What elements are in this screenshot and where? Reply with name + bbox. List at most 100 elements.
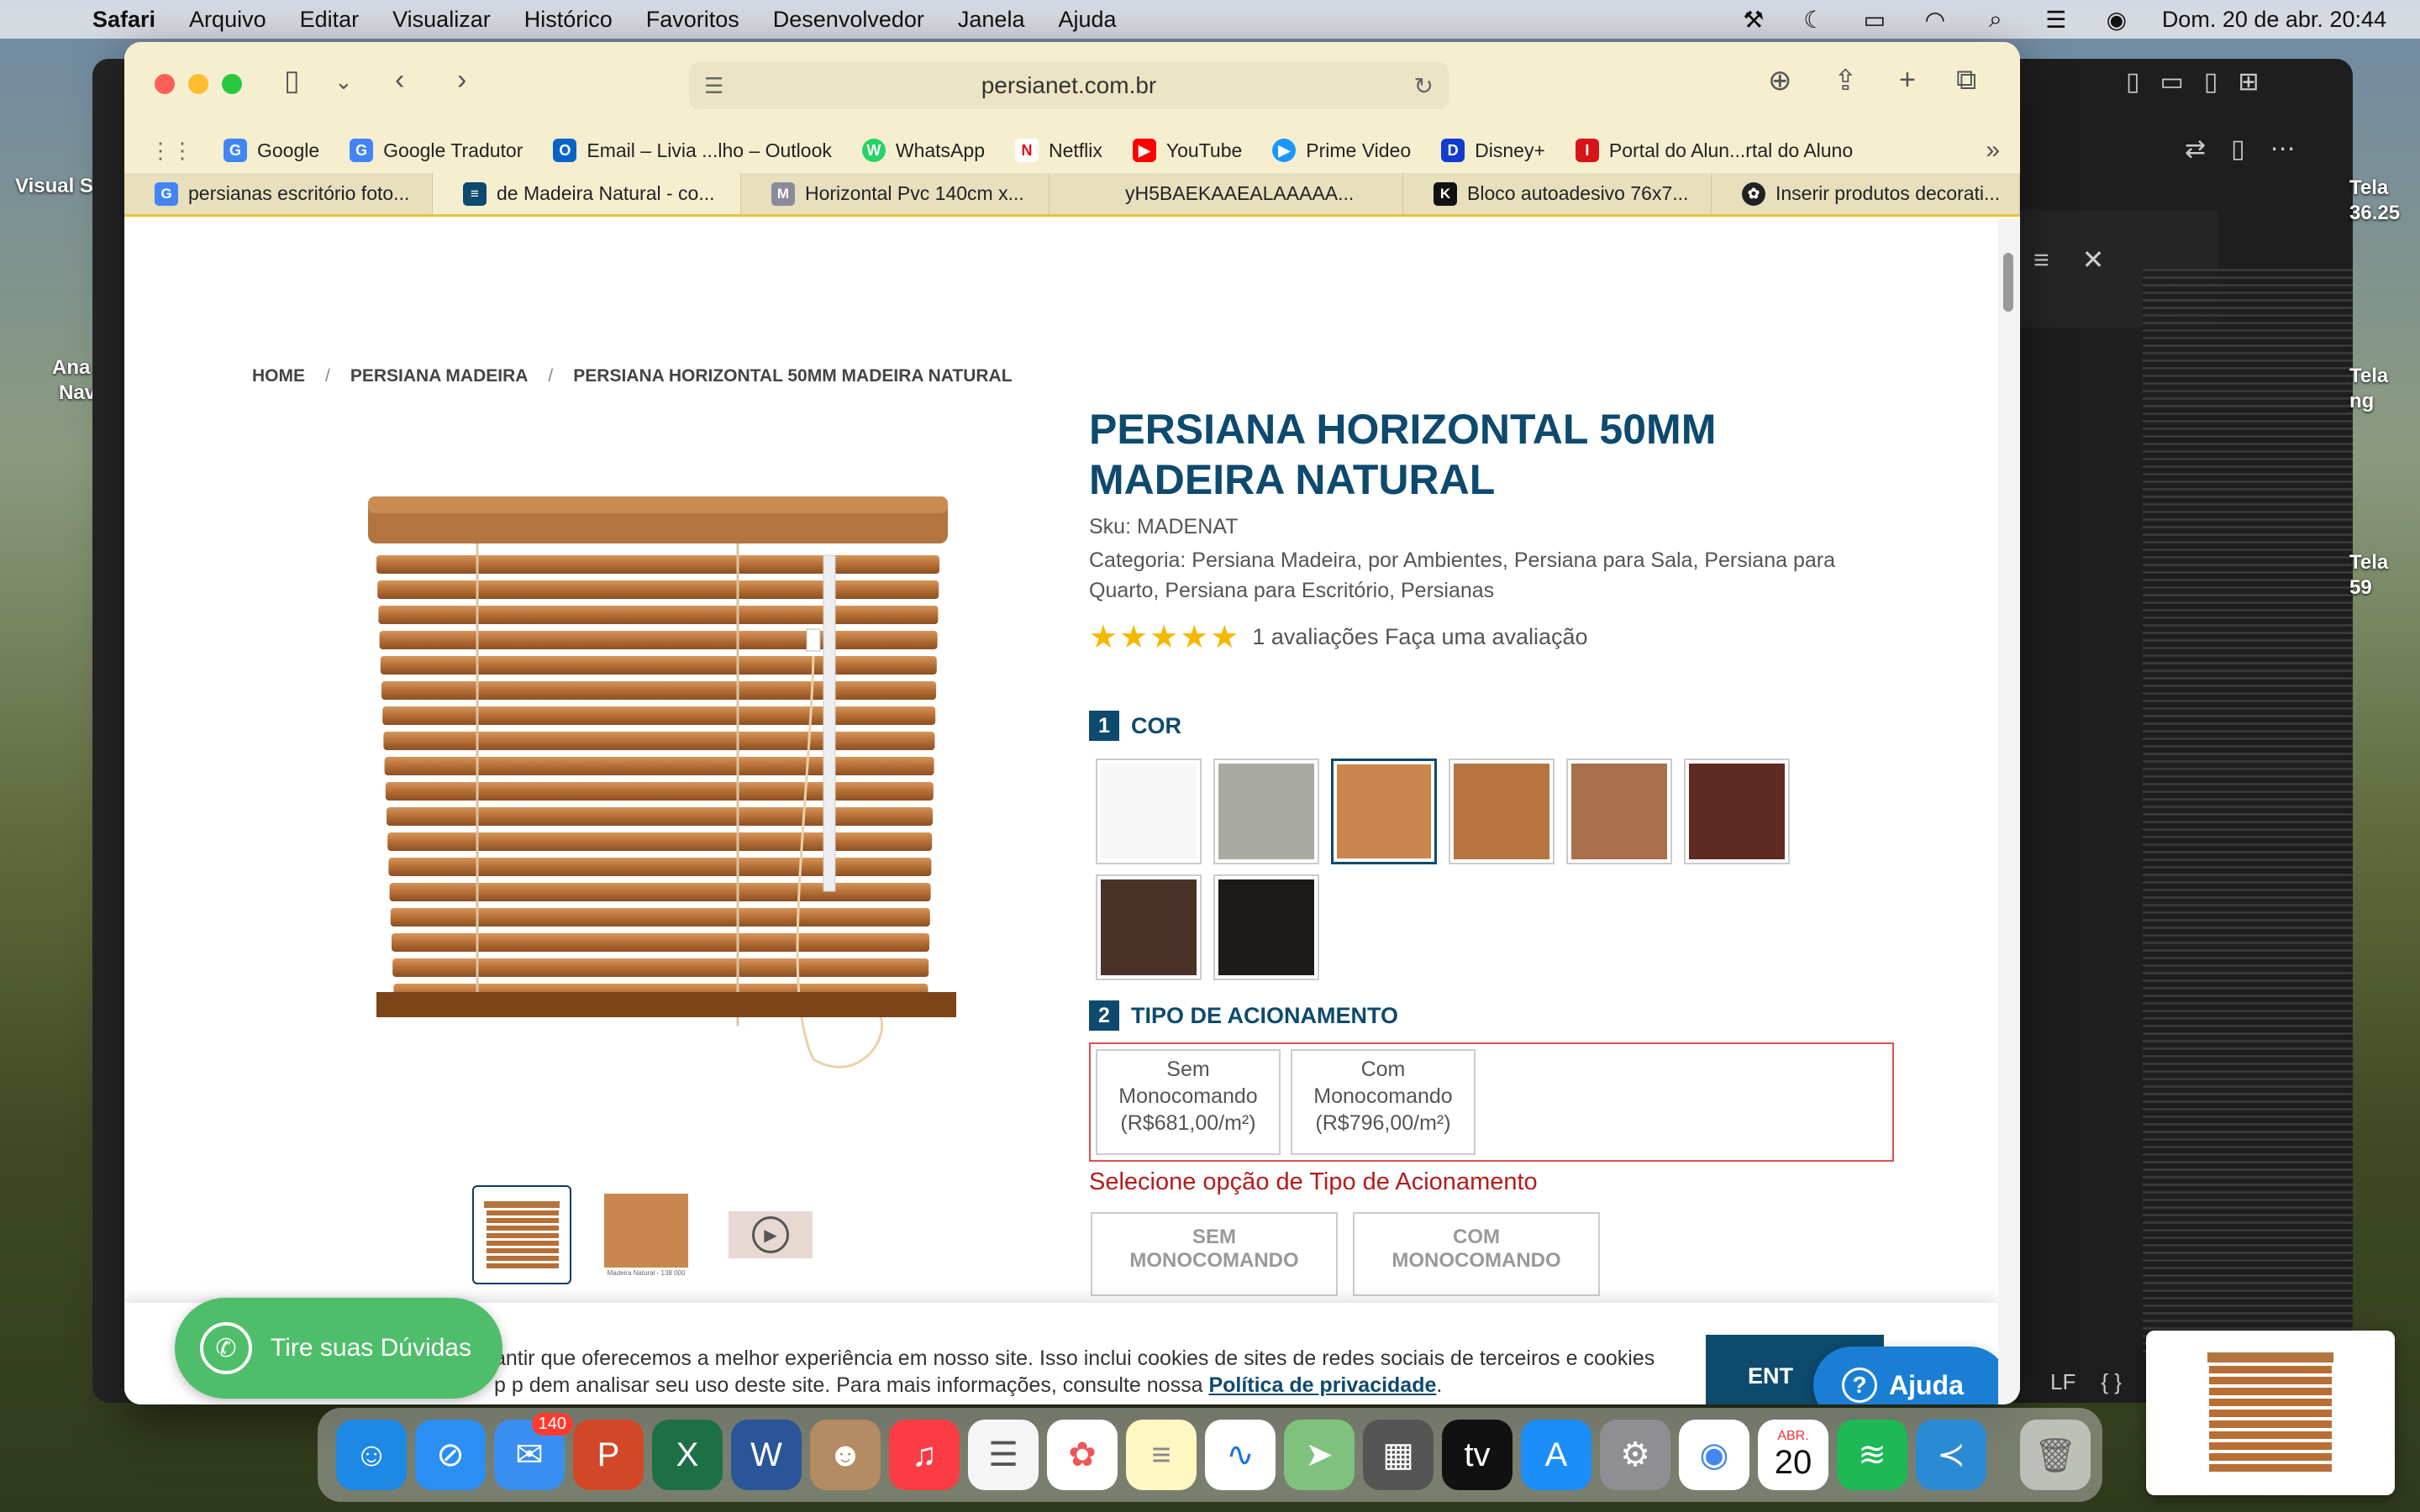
- help-button[interactable]: ? Ajuda: [1813, 1347, 1998, 1404]
- reload-icon[interactable]: ↻: [1414, 72, 1434, 100]
- swatch-white[interactable]: [1096, 759, 1202, 864]
- trash-icon[interactable]: 🗑: [2020, 1420, 2091, 1490]
- window-preview-thumbnail[interactable]: [2146, 1331, 2395, 1495]
- compare-icon[interactable]: ⇄: [2185, 134, 2206, 164]
- thumbnail-video[interactable]: ▶: [721, 1185, 820, 1284]
- sidebar-icon[interactable]: ▯: [284, 64, 300, 97]
- layout-icon[interactable]: ⊞: [2238, 67, 2259, 97]
- forward-icon[interactable]: ›: [457, 64, 466, 97]
- thumbnail-blinds[interactable]: [472, 1185, 571, 1284]
- menu-ajuda[interactable]: Ajuda: [1058, 7, 1116, 33]
- chevron-down-icon[interactable]: ⌄: [334, 69, 353, 95]
- search-icon[interactable]: ⌕: [1981, 6, 2011, 34]
- option-com-monocomando[interactable]: Com Monocomando (R$796,00/m²): [1291, 1049, 1476, 1155]
- powerpoint-icon[interactable]: P: [573, 1420, 644, 1490]
- moon-icon[interactable]: ☾: [1799, 6, 1829, 34]
- tab-madeira-natural[interactable]: ≡ de Madeira Natural - co...: [433, 173, 741, 214]
- favorite-portal[interactable]: I Portal do Alun...rtal do Aluno: [1575, 139, 1853, 162]
- tab-horizontal-pvc[interactable]: M Horizontal Pvc 140cm x...: [741, 173, 1050, 214]
- page-menu-icon[interactable]: ☰: [704, 73, 723, 99]
- menu-app-name[interactable]: Safari: [92, 7, 155, 33]
- music-icon[interactable]: ♫: [889, 1420, 960, 1490]
- swatch-light-brown[interactable]: [1449, 759, 1555, 864]
- tab-image-data[interactable]: yH5BAEKAAEALAAAAA...: [1050, 173, 1403, 214]
- tab-inserir-produtos[interactable]: ✿ Inserir produtos decorati...: [1712, 173, 2020, 214]
- menu-editar[interactable]: Editar: [300, 7, 360, 33]
- siri-icon[interactable]: ◉: [2102, 6, 2132, 34]
- address-bar[interactable]: ☰ persianet.com.br ↻: [689, 62, 1449, 109]
- scrollbar-thumb[interactable]: [2003, 253, 2013, 312]
- breadcrumb-home[interactable]: HOME: [252, 366, 305, 386]
- favorite-disney[interactable]: D Disney+: [1441, 139, 1545, 162]
- notes-icon[interactable]: ≡: [1126, 1420, 1197, 1490]
- swatch-mahogany[interactable]: [1684, 759, 1790, 864]
- menu-desenvolvedor[interactable]: Desenvolvedor: [773, 7, 924, 33]
- favorite-netflix[interactable]: N Netflix: [1014, 139, 1102, 162]
- grid-icon[interactable]: ⋮⋮: [150, 138, 193, 164]
- share-icon[interactable]: ⇪: [1833, 64, 1858, 97]
- menu-clock[interactable]: Dom. 20 de abr. 20:44: [2162, 7, 2386, 33]
- status-eol[interactable]: LF: [2050, 1369, 2075, 1395]
- contacts-icon[interactable]: ☻: [810, 1420, 881, 1490]
- chrome-icon[interactable]: ◉: [1679, 1420, 1749, 1490]
- tools-icon[interactable]: ⚒: [1739, 6, 1769, 34]
- swatch-gray[interactable]: [1213, 759, 1319, 864]
- favorite-outlook[interactable]: O Email – Livia ...lho – Outlook: [553, 139, 832, 162]
- favorite-tradutor[interactable]: G Google Tradutor: [350, 139, 523, 162]
- secondary-sidebar-icon[interactable]: ▯: [2204, 67, 2218, 97]
- maps-icon[interactable]: ➤: [1284, 1420, 1355, 1490]
- vscode-icon[interactable]: ≺: [1916, 1420, 1986, 1490]
- split-editor-icon[interactable]: ▯: [2231, 134, 2245, 164]
- option-image-com[interactable]: COM MONOCOMANDO: [1353, 1212, 1600, 1296]
- swatch-medium-brown[interactable]: [1566, 759, 1672, 864]
- url-text[interactable]: persianet.com.br: [981, 72, 1157, 99]
- product-categories[interactable]: Categoria: Persiana Madeira, por Ambient…: [1089, 545, 1879, 606]
- editor-toolbar[interactable]: ⇄ ▯ ⋯: [2185, 134, 2296, 164]
- menu-arquivo[interactable]: Arquivo: [189, 7, 266, 33]
- swatch-black[interactable]: [1213, 874, 1319, 980]
- menu-visualizar[interactable]: Visualizar: [392, 7, 491, 33]
- menu-favoritos[interactable]: Favoritos: [646, 7, 739, 33]
- editor-layout-controls[interactable]: ▯ ▭ ▯ ⊞: [2126, 67, 2260, 97]
- product-main-image[interactable]: [343, 471, 981, 1110]
- page-scrollbar[interactable]: [1998, 219, 2020, 1404]
- more-icon[interactable]: ⋯: [2270, 134, 2296, 164]
- minimize-window-button[interactable]: [188, 74, 208, 94]
- menu-historico[interactable]: Histórico: [524, 7, 613, 33]
- zoom-window-button[interactable]: [222, 74, 242, 94]
- excel-icon[interactable]: X: [652, 1420, 723, 1490]
- control-center-icon[interactable]: ☰: [2041, 6, 2071, 34]
- tab-persianas-escritorio[interactable]: G persianas escritório foto...: [124, 173, 433, 214]
- favorite-youtube[interactable]: ▶ YouTube: [1132, 139, 1242, 162]
- mail-icon[interactable]: ✉ 140: [494, 1413, 573, 1490]
- word-icon[interactable]: W: [731, 1420, 802, 1490]
- privacy-policy-link[interactable]: Política de privacidade: [1208, 1373, 1436, 1397]
- swatch-natural[interactable]: [1331, 759, 1437, 864]
- reminders-icon[interactable]: ☰: [968, 1420, 1039, 1490]
- close-icon[interactable]: ✕: [2082, 244, 2105, 275]
- panel-toggle-icon[interactable]: ▭: [2160, 67, 2184, 97]
- thumbnail-wood-sample[interactable]: Madeira Natural - 138 000: [597, 1185, 696, 1284]
- option-sem-monocomando[interactable]: Sem Monocomando (R$681,00/m²): [1096, 1049, 1281, 1155]
- tab-bloco-autoadesivo[interactable]: K Bloco autoadesivo 76x7...: [1403, 173, 1712, 214]
- more-favorites-icon[interactable]: »: [1986, 136, 2000, 165]
- menu-janela[interactable]: Janela: [958, 7, 1025, 33]
- apple-tv-icon[interactable]: tv: [1442, 1420, 1512, 1490]
- battery-icon[interactable]: ▭: [1860, 6, 1890, 34]
- tab-overview-icon[interactable]: ⧉: [1956, 64, 1976, 97]
- finder-icon[interactable]: ☺: [336, 1420, 407, 1490]
- editor-minimap[interactable]: [2143, 269, 2353, 1352]
- calculator-icon[interactable]: ▦: [1363, 1420, 1434, 1490]
- favorite-whatsapp[interactable]: W WhatsApp: [861, 139, 985, 162]
- new-tab-icon[interactable]: +: [1899, 64, 1916, 97]
- breadcrumb-persiana-madeira[interactable]: PERSIANA MADEIRA: [350, 366, 529, 386]
- rating-text[interactable]: 1 avaliações Faça uma avaliação: [1252, 624, 1587, 650]
- back-icon[interactable]: ‹: [395, 64, 404, 97]
- whatsapp-chat-button[interactable]: ✆ Tire suas Dúvidas: [175, 1298, 502, 1399]
- download-icon[interactable]: ⊕: [1768, 64, 1792, 97]
- spotify-icon[interactable]: ≋: [1837, 1420, 1907, 1490]
- app-store-icon[interactable]: A: [1521, 1420, 1591, 1490]
- close-window-button[interactable]: [155, 74, 175, 94]
- list-icon[interactable]: ≡: [2033, 244, 2049, 275]
- freeform-icon[interactable]: ∿: [1205, 1420, 1276, 1490]
